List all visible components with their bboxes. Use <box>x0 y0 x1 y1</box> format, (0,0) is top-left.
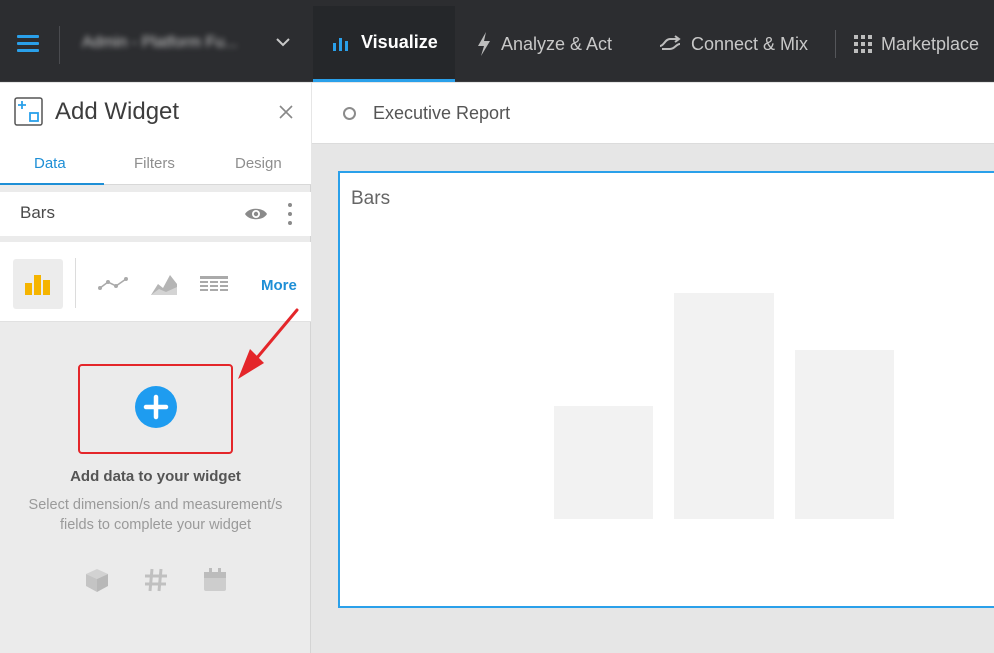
panel-title: Add Widget <box>55 98 180 125</box>
widget-name[interactable]: Bars <box>20 203 55 223</box>
tab-design[interactable]: Design <box>235 155 282 172</box>
chevron-down-icon[interactable] <box>276 37 290 47</box>
tab-filters[interactable]: Filters <box>134 155 175 172</box>
chart-type-line[interactable] <box>89 259 139 309</box>
widget-canvas[interactable]: Bars <box>338 171 994 608</box>
more-options-icon[interactable] <box>286 202 294 226</box>
report-title[interactable]: Executive Report <box>373 103 510 124</box>
divider <box>59 26 60 64</box>
lightning-icon <box>476 31 492 57</box>
nav-label: Visualize <box>361 32 438 52</box>
nav-label: Analyze & Act <box>501 33 613 54</box>
chart-type-row: More <box>0 242 311 322</box>
nav-label: Connect & Mix <box>691 33 809 54</box>
chart-type-bars[interactable] <box>13 259 63 309</box>
line-chart-icon <box>98 277 128 290</box>
add-widget-panel: Add Widget Data Filters Design Bars More… <box>0 83 311 653</box>
tab-data[interactable]: Data <box>34 155 66 172</box>
table-icon <box>200 276 228 291</box>
bar-chart-icon <box>332 35 352 51</box>
hash-icon <box>145 568 167 592</box>
connect-icon <box>658 35 682 53</box>
more-chart-types-link[interactable]: More <box>261 277 297 294</box>
placeholder-bar <box>674 293 774 519</box>
widget-name-row: Bars <box>0 192 311 236</box>
eye-icon[interactable] <box>244 206 268 222</box>
chart-type-area[interactable] <box>139 259 189 309</box>
divider <box>835 30 836 58</box>
panel-tabs: Data Filters Design <box>0 145 311 185</box>
add-data-button[interactable] <box>135 386 177 428</box>
cube-icon <box>86 569 108 592</box>
placeholder-bar <box>554 406 653 519</box>
calendar-icon <box>204 568 226 591</box>
placeholder-chart <box>554 293 894 519</box>
add-data-title: Add data to your widget <box>70 468 241 485</box>
workspace-selector[interactable]: Admin - Platform Fu... <box>82 34 238 52</box>
grid-icon <box>854 35 872 53</box>
report-status-icon <box>343 107 356 120</box>
active-tab-indicator <box>0 183 104 185</box>
nav-label: Marketplace <box>881 33 980 54</box>
area-chart-icon <box>151 275 177 295</box>
placeholder-bar <box>795 350 894 519</box>
panel-header: Add Widget Data Filters Design <box>0 83 311 185</box>
add-widget-icon <box>14 97 43 126</box>
report-header: Executive Report <box>312 83 994 144</box>
top-bar: Admin - Platform Fu... Visualize Analyze… <box>0 0 994 82</box>
nav-marketplace[interactable]: Marketplace <box>854 6 979 82</box>
nav-visualize[interactable]: Visualize <box>313 6 455 82</box>
nav-connect-mix[interactable]: Connect & Mix <box>658 6 808 82</box>
close-icon[interactable] <box>277 103 295 121</box>
divider <box>75 258 76 308</box>
nav-analyze-act[interactable]: Analyze & Act <box>476 6 612 82</box>
chart-type-table[interactable] <box>189 259 239 309</box>
hamburger-icon[interactable] <box>17 35 39 53</box>
bars-chart-icon <box>25 275 50 295</box>
add-data-description: Select dimension/s and measurement/s fie… <box>28 497 283 533</box>
